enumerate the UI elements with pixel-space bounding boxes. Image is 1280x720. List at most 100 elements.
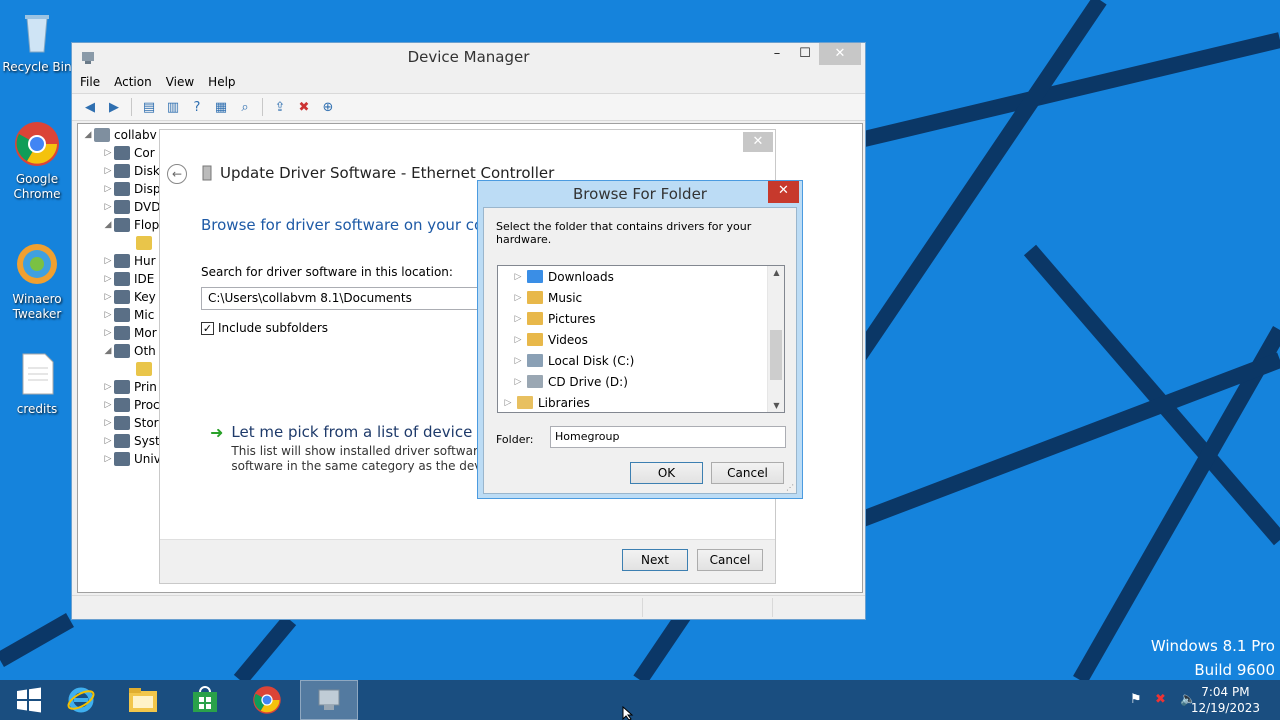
- expand-arrow-icon[interactable]: ▷: [512, 377, 524, 387]
- system-clock[interactable]: 7:04 PM 12/19/2023: [1191, 684, 1260, 716]
- pick-from-list-option[interactable]: ➜ Let me pick from a list of device driv…: [210, 423, 514, 474]
- expand-arrow-icon[interactable]: ▷: [102, 148, 114, 158]
- tree-category[interactable]: ▷ DVD: [102, 198, 160, 216]
- driver-path-input[interactable]: C:\Users\collabvm 8.1\Documents: [201, 287, 491, 310]
- action-center-flag-icon[interactable]: ⚑: [1130, 692, 1142, 707]
- tree-category[interactable]: ▷ Prin: [102, 378, 157, 396]
- expand-arrow-icon[interactable]: ▷: [102, 184, 114, 194]
- expand-arrow-icon[interactable]: ▷: [102, 292, 114, 302]
- expand-arrow-icon[interactable]: ▷: [102, 454, 114, 464]
- menu-file[interactable]: File: [80, 75, 100, 89]
- expand-arrow-icon[interactable]: ▷: [102, 328, 114, 338]
- tree-category[interactable]: ▷ Key: [102, 288, 156, 306]
- dialog-title[interactable]: Browse For Folder: [478, 185, 802, 203]
- next-button[interactable]: Next: [622, 549, 688, 571]
- tree-root[interactable]: ◢ collabv: [82, 126, 157, 144]
- minimize-button[interactable]: –: [763, 43, 791, 65]
- menu-view[interactable]: View: [166, 75, 194, 89]
- menu-action[interactable]: Action: [114, 75, 152, 89]
- close-button[interactable]: ✕: [768, 181, 799, 203]
- folder-item[interactable]: ▷ Libraries: [502, 393, 590, 412]
- disable-icon[interactable]: ✖: [294, 98, 314, 116]
- tree-category[interactable]: ▷ IDE: [102, 270, 154, 288]
- vertical-scrollbar[interactable]: ▲ ▼: [767, 266, 784, 412]
- expand-arrow-icon[interactable]: ▷: [102, 202, 114, 212]
- tree-category[interactable]: ▷ Mor: [102, 324, 157, 342]
- tree-child-device[interactable]: [136, 360, 156, 378]
- tree-category[interactable]: ▷ Mic: [102, 306, 154, 324]
- expand-arrow-icon[interactable]: ▷: [102, 382, 114, 392]
- collapse-arrow-icon[interactable]: ◢: [82, 130, 94, 140]
- folder-input[interactable]: Homegroup: [550, 426, 786, 448]
- collapse-arrow-icon[interactable]: ◢: [102, 220, 114, 230]
- tree-category[interactable]: ▷ Cor: [102, 144, 155, 162]
- scroll-down-icon[interactable]: ▼: [768, 401, 784, 410]
- expand-arrow-icon[interactable]: ▷: [512, 293, 524, 303]
- expand-arrow-icon[interactable]: ▷: [502, 398, 514, 408]
- network-icon[interactable]: ✖: [1155, 692, 1166, 707]
- taskbar-device-manager[interactable]: [300, 680, 358, 720]
- expand-arrow-icon[interactable]: ▷: [512, 356, 524, 366]
- include-subfolders-checkbox[interactable]: ✓ Include subfolders: [201, 321, 328, 335]
- taskbar-chrome[interactable]: [238, 680, 296, 720]
- expand-arrow-icon[interactable]: ▷: [102, 400, 114, 410]
- taskbar-internet-explorer[interactable]: [52, 680, 110, 720]
- folder-item[interactable]: ▷ Music: [512, 288, 583, 307]
- taskbar-file-explorer[interactable]: [114, 680, 172, 720]
- tree-category[interactable]: ◢ Flop: [102, 216, 159, 234]
- ok-button[interactable]: OK: [630, 462, 703, 484]
- tree-category[interactable]: ▷ Disk: [102, 162, 160, 180]
- back-arrow-icon[interactable]: ←: [167, 164, 187, 184]
- title-bar[interactable]: Device Manager – ☐ ✕: [72, 43, 865, 71]
- pick-from-list-title[interactable]: Let me pick from a list of device driv: [231, 423, 514, 441]
- tree-category[interactable]: ◢ Oth: [102, 342, 156, 360]
- folder-item[interactable]: ▷ Downloads: [512, 267, 614, 286]
- close-button[interactable]: ✕: [819, 43, 861, 65]
- folder-item[interactable]: ▷ Pictures: [512, 309, 596, 328]
- tree-category[interactable]: ▷ Univ: [102, 450, 161, 468]
- properties-icon[interactable]: ▤: [139, 98, 159, 116]
- back-icon[interactable]: ◀: [80, 98, 100, 116]
- expand-arrow-icon[interactable]: ▷: [512, 314, 524, 324]
- expand-arrow-icon[interactable]: ▷: [102, 274, 114, 284]
- tree-category[interactable]: ▷ Stor: [102, 414, 159, 432]
- desktop-icon-credits[interactable]: credits: [2, 350, 72, 417]
- expand-arrow-icon[interactable]: ▷: [512, 272, 524, 282]
- help-icon[interactable]: ?: [187, 98, 207, 116]
- folder-item[interactable]: ▷ Local Disk (C:): [512, 351, 635, 370]
- update-driver-icon[interactable]: ⇪: [270, 98, 290, 116]
- start-button[interactable]: [0, 680, 58, 720]
- scan-icon[interactable]: ⌕: [235, 98, 255, 116]
- taskbar-store[interactable]: [176, 680, 234, 720]
- collapse-arrow-icon[interactable]: ◢: [102, 346, 114, 356]
- expand-arrow-icon[interactable]: ▷: [512, 335, 524, 345]
- forward-icon[interactable]: ▶: [104, 98, 124, 116]
- desktop-icon-google-chrome[interactable]: Google Chrome: [2, 120, 72, 202]
- scroll-up-icon[interactable]: ▲: [768, 268, 784, 277]
- expand-arrow-icon[interactable]: ▷: [102, 256, 114, 266]
- folder-item[interactable]: ▷ CD Drive (D:): [512, 372, 628, 391]
- tree-category[interactable]: ▷ Hur: [102, 252, 156, 270]
- expand-arrow-icon[interactable]: ▷: [102, 310, 114, 320]
- expand-arrow-icon[interactable]: ▷: [102, 166, 114, 176]
- cancel-button[interactable]: Cancel: [697, 549, 763, 571]
- update-icon[interactable]: ▥: [163, 98, 183, 116]
- checkbox-checked-icon[interactable]: ✓: [201, 321, 214, 335]
- expand-arrow-icon[interactable]: ▷: [102, 418, 114, 428]
- scroll-thumb[interactable]: [770, 330, 782, 380]
- close-button[interactable]: ✕: [743, 132, 773, 152]
- menu-help[interactable]: Help: [208, 75, 235, 89]
- tree-category[interactable]: ▷ Disp: [102, 180, 160, 198]
- resize-grip-icon[interactable]: ⋰: [786, 483, 794, 492]
- cancel-button[interactable]: Cancel: [711, 462, 784, 484]
- uninstall-icon[interactable]: ⊕: [318, 98, 338, 116]
- details-icon[interactable]: ▦: [211, 98, 231, 116]
- expand-arrow-icon[interactable]: ▷: [102, 436, 114, 446]
- folder-item[interactable]: ▷ Videos: [512, 330, 588, 349]
- maximize-button[interactable]: ☐: [791, 43, 819, 65]
- desktop-icon-recycle-bin[interactable]: Recycle Bin: [2, 8, 72, 75]
- desktop-icon-winaero-tweaker[interactable]: Winaero Tweaker: [2, 240, 72, 322]
- tree-child-device[interactable]: [136, 234, 156, 252]
- tree-category[interactable]: ▷ Proc: [102, 396, 160, 414]
- tree-category[interactable]: ▷ Syst: [102, 432, 160, 450]
